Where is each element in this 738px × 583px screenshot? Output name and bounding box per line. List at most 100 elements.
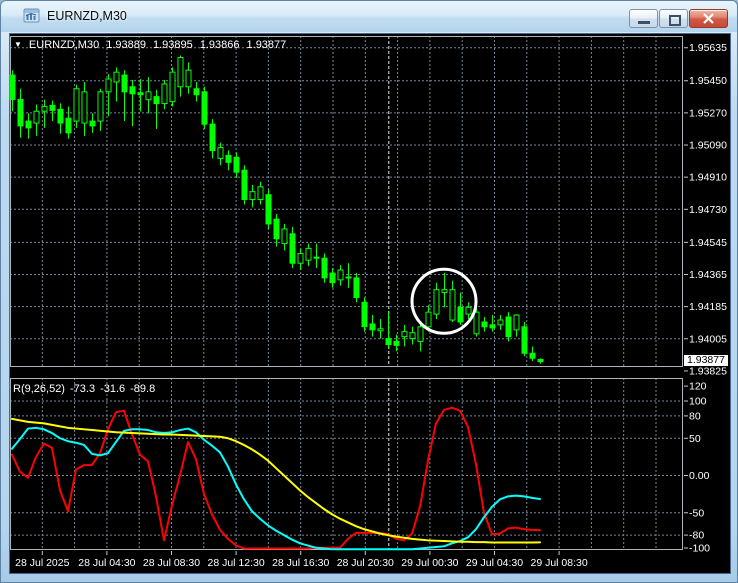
- indicator-axis-label: -80: [689, 530, 704, 542]
- candle-bull: [105, 78, 112, 93]
- indicator-line-yellow: [11, 417, 541, 544]
- price-axis-label: 1.95450: [689, 75, 727, 87]
- candle-bear: [225, 154, 232, 163]
- indicator-axis-label: 50: [689, 433, 701, 445]
- time-axis-label: 28 Jul 04:30: [78, 557, 135, 569]
- candle-bear: [537, 358, 544, 363]
- candle-bull: [409, 332, 416, 340]
- candle-bull: [41, 105, 48, 112]
- candle-bear: [361, 301, 368, 328]
- candle-bear: [233, 156, 240, 173]
- candle-bear: [201, 91, 208, 125]
- candle-bull: [73, 88, 80, 122]
- candle-bear: [521, 326, 528, 354]
- price-axis-label: 1.94185: [689, 301, 727, 313]
- candle-bull: [169, 71, 176, 103]
- time-axis-label: 29 Jul 04:30: [466, 557, 523, 569]
- candle-bull: [161, 83, 168, 105]
- time-axis-label: 28 Jul 20:30: [337, 557, 394, 569]
- candle-bull: [185, 69, 192, 88]
- candle-bear: [457, 306, 464, 323]
- candle-bull: [33, 110, 40, 124]
- quote-close: 1.93877: [246, 39, 287, 51]
- candle-bull: [497, 319, 504, 326]
- candle-bull: [465, 306, 472, 315]
- candle-bull: [217, 147, 224, 159]
- indicator-name: R(9,26,52): [13, 383, 65, 395]
- candle-bear: [129, 86, 136, 95]
- panel-splitter[interactable]: [10, 368, 730, 377]
- quote-open: 1.93889: [106, 39, 146, 51]
- candle-bull: [449, 289, 456, 321]
- time-axis-label: 28 Jul 2025: [15, 557, 69, 569]
- candle-bull: [377, 328, 384, 332]
- quote-high: 1.93895: [152, 39, 193, 51]
- candle-bear: [489, 324, 496, 329]
- indicator-axis-label: 120: [689, 381, 707, 393]
- candle-bear: [9, 74, 16, 100]
- symbol-dropdown-icon[interactable]: ▼: [14, 40, 22, 49]
- time-axis-label: 28 Jul 12:30: [207, 557, 264, 569]
- price-axis-label: 1.94365: [689, 269, 727, 281]
- price-axis-label: 1.95635: [689, 42, 727, 54]
- candle-bear: [265, 194, 272, 225]
- indicator-line-red: [11, 406, 541, 550]
- indicator-axis-label: -50: [689, 507, 704, 519]
- quote-symbol: EURNZD,M30: [28, 39, 100, 51]
- candle-bear: [505, 316, 512, 338]
- price-axis-label: 1.94545: [689, 237, 727, 249]
- price-chart[interactable]: 1.95635 1.95450 1.95270 1.95090 1.94910 1.947…: [1, 1, 738, 583]
- candle-bull: [433, 289, 440, 315]
- indicator-value-cyan: -31.6: [100, 383, 126, 395]
- candle-bull: [425, 311, 432, 328]
- candle-bear: [209, 123, 216, 152]
- quote-low: 1.93866: [199, 39, 240, 51]
- time-axis-label: 29 Jul 08:30: [530, 557, 587, 569]
- indicator-panel-border: [10, 378, 683, 550]
- candle-bear: [65, 117, 72, 134]
- quote-line: ▼ EURNZD,M30 1.93889 1.93895 1.93866 1.93877: [14, 39, 293, 51]
- indicator-value-yellow: -89.8: [130, 383, 156, 395]
- candle-bull: [281, 228, 288, 245]
- candle-bull: [305, 247, 312, 261]
- candle-bear: [89, 120, 96, 127]
- candle-bear: [241, 169, 248, 200]
- indicator-axis-label: 80: [689, 410, 701, 422]
- indicator-line-cyan: [11, 426, 541, 551]
- candle-bear: [321, 257, 328, 279]
- candle-bear: [385, 338, 392, 345]
- time-axis-label: 28 Jul 08:30: [143, 557, 200, 569]
- price-axis-label: 1.95090: [689, 140, 727, 152]
- candle-bear: [353, 277, 360, 299]
- current-price-box: 1.93877: [684, 355, 728, 366]
- price-axis-label: 1.94730: [689, 204, 727, 216]
- candle-bear: [369, 323, 376, 331]
- time-axis-label: 28 Jul 16:30: [272, 557, 329, 569]
- candle-bear: [17, 98, 24, 127]
- candle-bull: [97, 91, 104, 122]
- candle-bull: [145, 91, 152, 101]
- candle-bull: [249, 191, 256, 200]
- candle-bear: [25, 120, 32, 129]
- candle-bear: [345, 276, 352, 279]
- time-axis-label: 29 Jul 00:30: [401, 557, 458, 569]
- candle-bull: [337, 269, 344, 281]
- candle-bear: [121, 74, 128, 93]
- candle-bull: [113, 71, 120, 83]
- candle-bear: [481, 321, 488, 328]
- indicator-value-red: -73.3: [69, 383, 96, 395]
- candle-bull: [297, 252, 304, 264]
- candle-bull: [257, 186, 264, 200]
- candle-bull: [441, 289, 448, 294]
- candle-bear: [193, 88, 200, 96]
- candle-bull: [401, 331, 408, 338]
- candle-bear: [153, 96, 160, 105]
- price-axis-label: 1.95270: [689, 107, 727, 119]
- candle-bull: [81, 91, 88, 124]
- candle-bear: [137, 92, 144, 96]
- candle-bear: [289, 233, 296, 264]
- candle-bear: [273, 218, 280, 240]
- price-axis-label: 1.94005: [689, 333, 727, 345]
- price-axis-label: 1.94910: [689, 172, 727, 184]
- candle-bear: [57, 108, 64, 124]
